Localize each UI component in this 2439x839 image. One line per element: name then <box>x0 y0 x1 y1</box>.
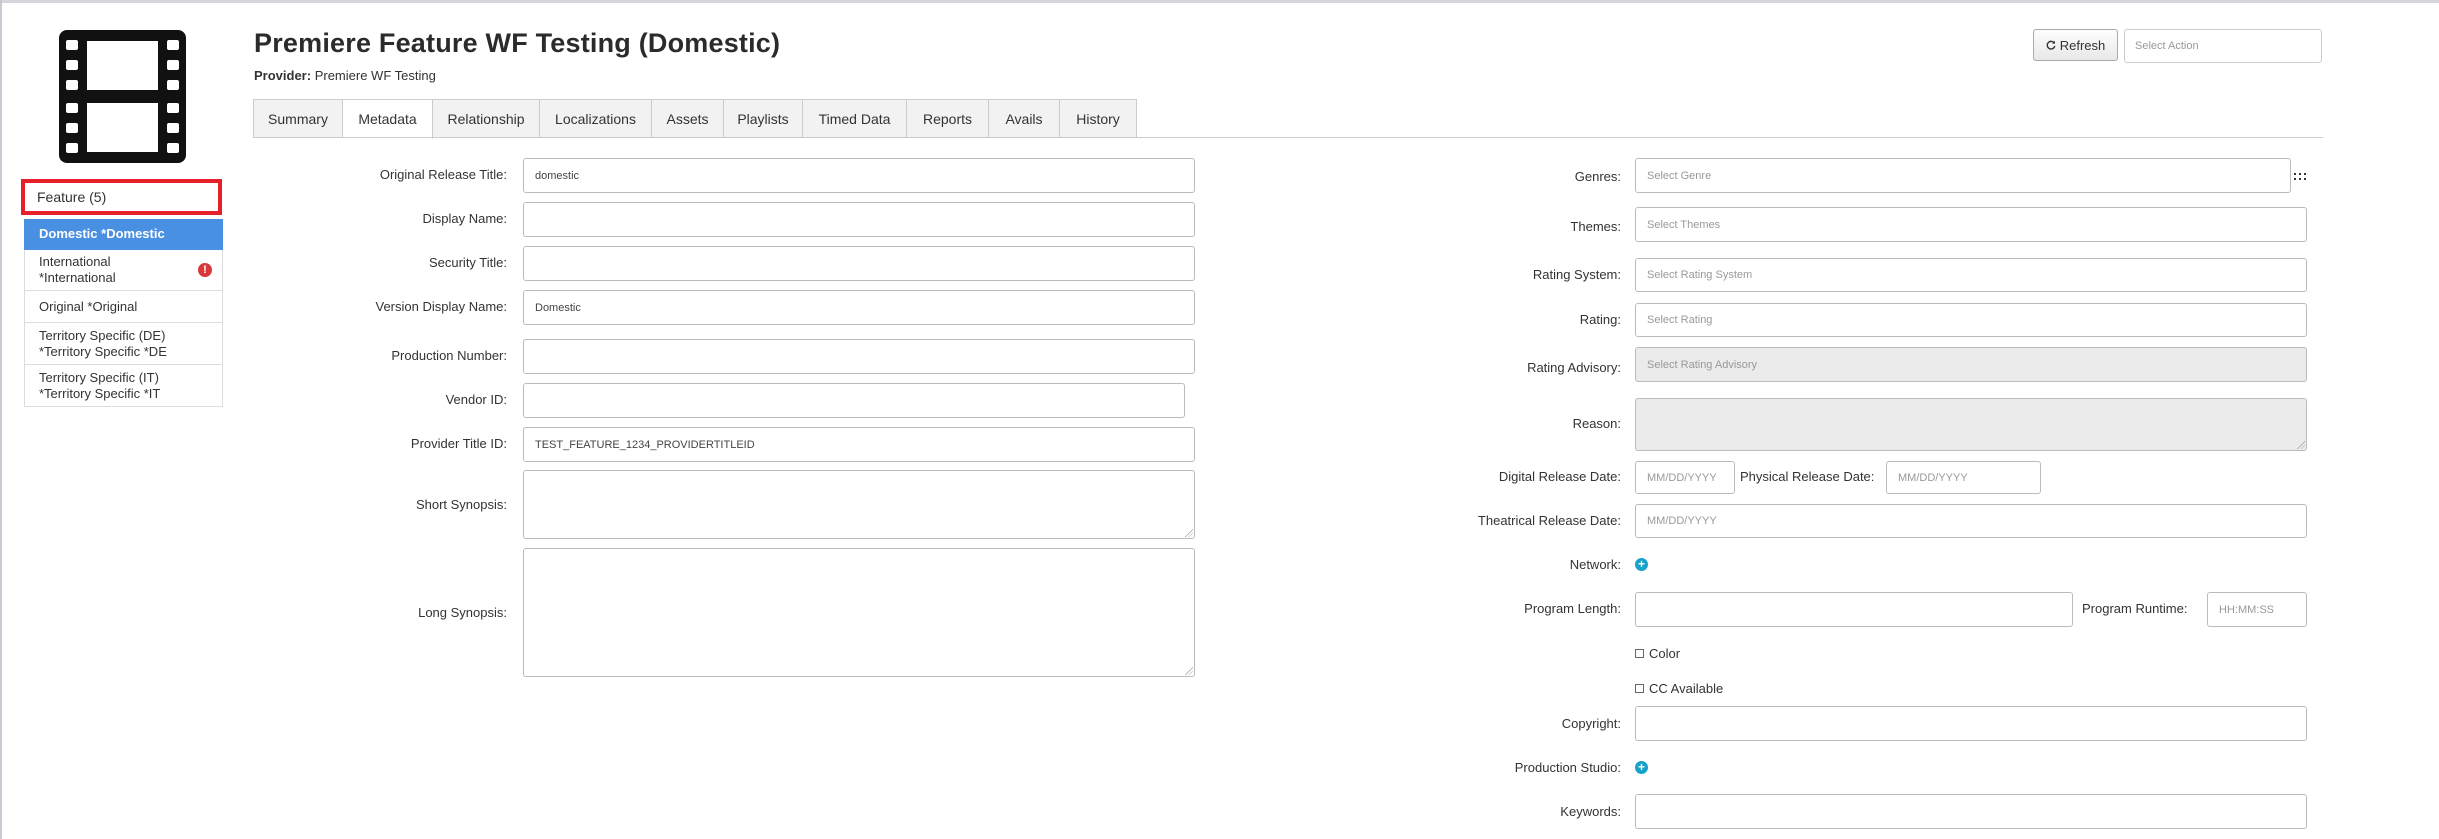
grid-dots-icon[interactable] <box>2294 172 2306 182</box>
theatrical-release-date-input[interactable]: MM/DD/YYYY <box>1635 504 2307 538</box>
version-display-name-label: Version Display Name: <box>375 299 508 314</box>
tab-divider <box>253 137 2323 138</box>
vendor-id-input[interactable] <box>523 383 1185 418</box>
reason-label: Reason: <box>1572 416 1621 431</box>
rating-advisory-select: Select Rating Advisory <box>1635 347 2307 382</box>
copyright-input[interactable] <box>1635 706 2307 741</box>
version-item-label: International <box>39 254 111 269</box>
tab-localizations[interactable]: Localizations <box>540 99 652 138</box>
version-item-original[interactable]: Original *Original <box>24 291 223 323</box>
resize-handle-icon <box>2297 441 2305 449</box>
add-network-icon[interactable]: + <box>1635 558 1648 571</box>
original-release-title-label: Original Release Title: <box>379 167 507 182</box>
themes-label: Themes: <box>1570 219 1621 234</box>
network-label: Network: <box>1569 557 1621 572</box>
provider-value: Premiere WF Testing <box>314 68 436 83</box>
left-border <box>0 0 2 839</box>
provider-title-id-input[interactable]: TEST_FEATURE_1234_PROVIDERTITLEID <box>523 427 1195 462</box>
program-length-label: Program Length: <box>1524 601 1621 616</box>
tab-avails[interactable]: Avails <box>989 99 1060 138</box>
security-title-label: Security Title: <box>428 255 507 270</box>
program-runtime-input[interactable]: HH:MM:SS <box>2207 592 2307 627</box>
cc-available-checkbox[interactable]: CC Available <box>1635 681 1723 696</box>
version-item-sublabel: *International <box>39 270 116 285</box>
original-release-title-input[interactable]: domestic <box>523 158 1195 193</box>
color-checkbox[interactable]: Color <box>1635 646 1680 661</box>
tab-assets[interactable]: Assets <box>652 99 724 138</box>
genres-select[interactable]: Select Genre <box>1635 158 2291 193</box>
select-action-dropdown[interactable]: Select Action <box>2124 29 2322 63</box>
rating-label: Rating: <box>1579 312 1621 327</box>
feature-group-header[interactable]: Feature (5) <box>21 179 222 215</box>
checkbox-icon[interactable] <box>1635 649 1644 658</box>
theatrical-release-date-label: Theatrical Release Date: <box>1477 513 1621 528</box>
rating-advisory-label: Rating Advisory: <box>1527 360 1621 375</box>
version-item-label: Territory Specific (DE) <box>39 327 166 343</box>
keywords-input[interactable] <box>1635 794 2307 829</box>
themes-select[interactable]: Select Themes <box>1635 207 2307 242</box>
version-item-sublabel: *Territory Specific *DE <box>39 343 167 359</box>
display-name-input[interactable] <box>523 202 1195 237</box>
rating-system-select[interactable]: Select Rating System <box>1635 258 2307 292</box>
digital-release-date-label: Digital Release Date: <box>1498 469 1621 484</box>
short-synopsis-textarea[interactable] <box>523 470 1195 539</box>
version-item-domestic[interactable]: Domestic *Domestic <box>24 219 223 250</box>
tab-metadata[interactable]: Metadata <box>343 99 433 139</box>
version-item-label: Territory Specific (IT) <box>39 369 159 385</box>
tab-bar: Summary Metadata Relationship Localizati… <box>253 99 1137 139</box>
tab-timed-data[interactable]: Timed Data <box>803 99 907 138</box>
version-item-territory-it[interactable]: Territory Specific (IT) *Territory Speci… <box>24 365 223 407</box>
refresh-button[interactable]: Refresh <box>2033 29 2118 61</box>
version-display-name-input[interactable]: Domestic <box>523 290 1195 325</box>
copyright-label: Copyright: <box>1561 716 1621 731</box>
digital-release-date-input[interactable]: MM/DD/YYYY <box>1635 461 1735 494</box>
keywords-label: Keywords: <box>1560 804 1621 819</box>
display-name-label: Display Name: <box>422 211 507 226</box>
short-synopsis-label: Short Synopsis: <box>415 497 507 512</box>
security-title-input[interactable] <box>523 246 1195 281</box>
page-title: Premiere Feature WF Testing (Domestic) <box>254 28 781 58</box>
reason-textarea <box>1635 398 2307 451</box>
resize-handle-icon[interactable] <box>1185 667 1193 675</box>
top-border <box>0 0 2439 3</box>
version-item-international[interactable]: International *International ! <box>24 250 223 291</box>
tab-playlists[interactable]: Playlists <box>724 99 803 138</box>
rating-system-label: Rating System: <box>1532 267 1621 282</box>
resize-handle-icon[interactable] <box>1185 529 1193 537</box>
provider-title-id-label: Provider Title ID: <box>410 436 507 451</box>
cc-available-checkbox-label: CC Available <box>1649 681 1724 696</box>
refresh-icon <box>2046 40 2056 50</box>
version-item-territory-de[interactable]: Territory Specific (DE) *Territory Speci… <box>24 323 223 365</box>
genres-label: Genres: <box>1574 169 1621 184</box>
tab-history[interactable]: History <box>1060 99 1137 138</box>
program-runtime-label: Program Runtime: <box>2082 601 2188 616</box>
tab-relationship[interactable]: Relationship <box>433 99 540 138</box>
production-number-input[interactable] <box>523 339 1195 374</box>
version-item-label: Domestic *Domestic <box>39 226 165 241</box>
version-item-sublabel: *Territory Specific *IT <box>39 385 161 401</box>
color-checkbox-label: Color <box>1649 646 1681 661</box>
vendor-id-label: Vendor ID: <box>445 392 507 407</box>
rating-select[interactable]: Select Rating <box>1635 303 2307 337</box>
refresh-label: Refresh <box>2059 37 2106 53</box>
checkbox-icon[interactable] <box>1635 684 1644 693</box>
long-synopsis-label: Long Synopsis: <box>418 605 507 620</box>
tab-reports[interactable]: Reports <box>907 99 989 138</box>
add-production-studio-icon[interactable]: + <box>1635 761 1648 774</box>
physical-release-date-label: Physical Release Date: <box>1740 469 1875 484</box>
film-icon <box>59 30 186 163</box>
provider-line: Provider: Premiere WF Testing <box>254 68 436 83</box>
provider-label: Provider: <box>254 68 312 83</box>
long-synopsis-textarea[interactable] <box>523 548 1195 677</box>
production-number-label: Production Number: <box>391 348 507 363</box>
physical-release-date-input[interactable]: MM/DD/YYYY <box>1886 461 2041 494</box>
tab-summary[interactable]: Summary <box>253 99 343 138</box>
version-item-label: Original *Original <box>39 298 138 314</box>
production-studio-label: Production Studio: <box>1514 760 1621 775</box>
error-icon: ! <box>198 263 212 277</box>
version-list: Domestic *Domestic International *Intern… <box>24 219 223 407</box>
program-length-input[interactable] <box>1635 592 2073 627</box>
